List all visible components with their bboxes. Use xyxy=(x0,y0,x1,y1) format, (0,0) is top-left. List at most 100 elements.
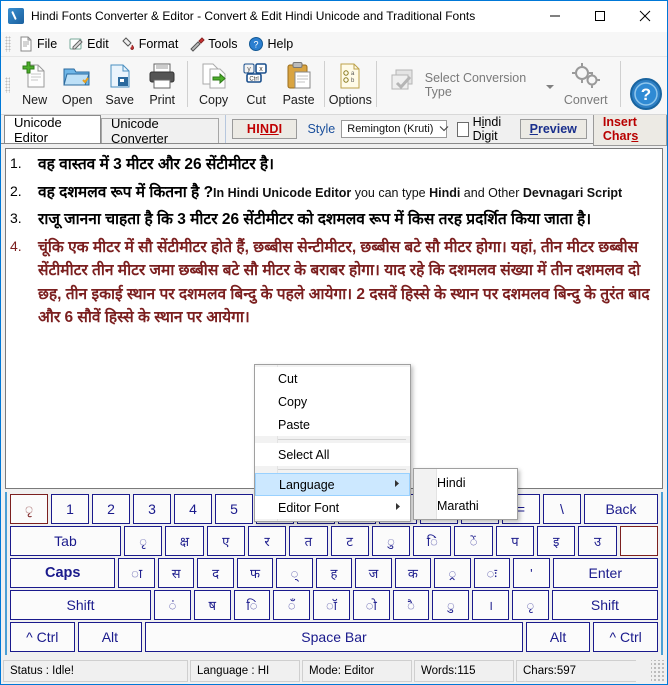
paragraph-number: 1. xyxy=(10,155,22,171)
conversion-type-selector[interactable]: Select Conversion Type xyxy=(381,57,556,112)
minimize-button[interactable] xyxy=(532,1,577,31)
toolbar-cut-button[interactable]: y x Ctrl Cut xyxy=(235,57,278,115)
key-2[interactable]: 2 xyxy=(92,494,130,524)
key-back[interactable]: Back xyxy=(584,494,658,524)
paragraph-number: 3. xyxy=(10,210,22,227)
key-ॉ[interactable]: ॉ xyxy=(313,590,350,620)
key-ा[interactable]: ा xyxy=(118,558,155,588)
key-प[interactable]: प xyxy=(495,526,535,556)
key-र[interactable]: र xyxy=(247,526,287,556)
toolbar-help-button[interactable]: ? xyxy=(625,57,667,121)
tab-unicode-converter-label: Unicode Converter xyxy=(111,116,169,146)
toolbar-new-button[interactable]: New xyxy=(13,57,56,115)
key-enter[interactable]: Enter xyxy=(552,558,658,588)
menu-format[interactable]: Format xyxy=(116,34,186,54)
tab-unicode-converter[interactable]: Unicode Converter xyxy=(101,116,219,146)
key-ज[interactable]: ज xyxy=(355,558,392,588)
key-ं[interactable]: ं xyxy=(154,590,191,620)
key-स[interactable]: स xyxy=(157,558,195,588)
key-space-bar[interactable]: Space Bar xyxy=(145,622,523,652)
key-\[interactable]: \ xyxy=(543,494,581,524)
toolbar-copy-button[interactable]: Copy xyxy=(192,57,235,115)
svg-text:y: y xyxy=(247,66,251,73)
key-िं[interactable]: िं xyxy=(413,526,452,556)
key-tab[interactable]: Tab xyxy=(10,526,121,556)
key-्र[interactable]: ्र xyxy=(434,558,471,588)
key-ि[interactable]: ि xyxy=(233,590,271,620)
key-3[interactable]: 3 xyxy=(133,494,171,524)
key-फ[interactable]: फ xyxy=(236,558,274,588)
context-menu-item-language[interactable]: Language xyxy=(255,473,410,496)
toolbar-paste-button[interactable]: Paste xyxy=(277,57,320,115)
context-menu-item-paste[interactable]: Paste xyxy=(255,413,410,436)
key-इ[interactable]: इ xyxy=(537,526,576,556)
key-।[interactable]: । xyxy=(472,590,509,620)
key-ो[interactable]: ो xyxy=(352,590,390,620)
key-उ[interactable]: उ xyxy=(578,526,617,556)
toolbar-options-button[interactable]: ab Options xyxy=(329,57,372,115)
maximize-button[interactable] xyxy=(577,1,622,31)
key-ष[interactable]: ष xyxy=(193,590,231,620)
key-त[interactable]: त xyxy=(289,526,328,556)
key-ए[interactable]: ए xyxy=(206,526,245,556)
close-button[interactable] xyxy=(622,1,667,31)
key-क्ष[interactable]: क्ष xyxy=(165,526,204,556)
menu-file[interactable]: File xyxy=(14,34,64,54)
key-^-ctrl[interactable]: ^ Ctrl xyxy=(593,622,658,652)
key-ै[interactable]: ै xyxy=(392,590,430,620)
key-alt[interactable]: Alt xyxy=(77,622,143,652)
context-menu-item-select-all[interactable]: Select All xyxy=(255,443,410,466)
svg-text:x: x xyxy=(259,66,263,73)
toolbar-gripper-icon[interactable] xyxy=(5,77,11,93)
key-क[interactable]: क xyxy=(394,558,432,588)
key-ः[interactable]: ः xyxy=(473,558,511,588)
key-blank[interactable] xyxy=(619,526,658,556)
key-4[interactable]: 4 xyxy=(174,494,212,524)
toolbar-separator-2 xyxy=(323,61,325,107)
key-5[interactable]: 5 xyxy=(215,494,253,524)
key-ृ[interactable]: ृ xyxy=(10,494,48,524)
key-ह[interactable]: ह xyxy=(315,558,353,588)
key-caps[interactable]: Caps xyxy=(10,558,116,588)
toolbar-convert-button[interactable]: Convert xyxy=(556,57,616,115)
tab-unicode-editor-label: Unicode Editor xyxy=(14,114,62,145)
key-alt[interactable]: Alt xyxy=(525,622,591,652)
preview-button[interactable]: Preview xyxy=(519,119,587,139)
key-ृ[interactable]: ृ xyxy=(511,590,549,620)
tab-unicode-editor[interactable]: Unicode Editor xyxy=(4,114,102,145)
key-द[interactable]: द xyxy=(197,558,234,588)
style-dropdown[interactable]: Remington (Kruti) xyxy=(341,120,449,138)
toolbar-print-button[interactable]: Print xyxy=(141,57,184,115)
toolbar-open-button[interactable]: Open xyxy=(56,57,99,115)
menu-tools-label: Tools xyxy=(208,37,238,51)
key-ु[interactable]: ु xyxy=(432,590,470,620)
key-'[interactable]: ' xyxy=(513,558,550,588)
hindi-language-button[interactable]: HINDI xyxy=(231,119,298,139)
key-्[interactable]: ् xyxy=(276,558,313,588)
menu-help[interactable]: ? Help xyxy=(244,34,300,54)
menu-edit[interactable]: Edit xyxy=(64,34,116,54)
toolbar-save-button[interactable]: Save xyxy=(98,57,141,115)
key-shift[interactable]: Shift xyxy=(551,590,659,620)
editor-paragraph: 2. वह दशमलव रूप में कितना है ?In Hindi U… xyxy=(10,181,656,205)
key-^-ctrl[interactable]: ^ Ctrl xyxy=(10,622,75,652)
resize-grip-icon[interactable] xyxy=(651,660,665,682)
context-menu-item-copy[interactable]: Copy xyxy=(255,390,410,413)
submenu-item-label: Hindi xyxy=(437,475,466,490)
menu-gripper-icon[interactable] xyxy=(5,36,11,52)
key-shift[interactable]: Shift xyxy=(10,590,152,620)
key-ु[interactable]: ु xyxy=(371,526,411,556)
menu-tools[interactable]: Tools xyxy=(185,34,244,54)
context-menu-item-cut[interactable]: Cut xyxy=(255,367,410,390)
key-ट[interactable]: ट xyxy=(330,526,369,556)
key-1[interactable]: 1 xyxy=(51,494,89,524)
key-ँ[interactable]: ँ xyxy=(273,590,311,620)
window-controls xyxy=(532,1,667,31)
hindi-digit-checkbox[interactable] xyxy=(457,121,469,137)
key-ें[interactable]: ें xyxy=(454,526,493,556)
menu-bar: File Edit Format Tools ? Help xyxy=(1,32,667,57)
chevron-down-icon[interactable] xyxy=(545,84,554,89)
key-ृ[interactable]: ृ xyxy=(123,526,163,556)
hindi-digit-checkbox-wrap[interactable]: Hindi Digit xyxy=(457,115,513,143)
context-menu-item-editor-font[interactable]: Editor Font xyxy=(255,496,410,519)
